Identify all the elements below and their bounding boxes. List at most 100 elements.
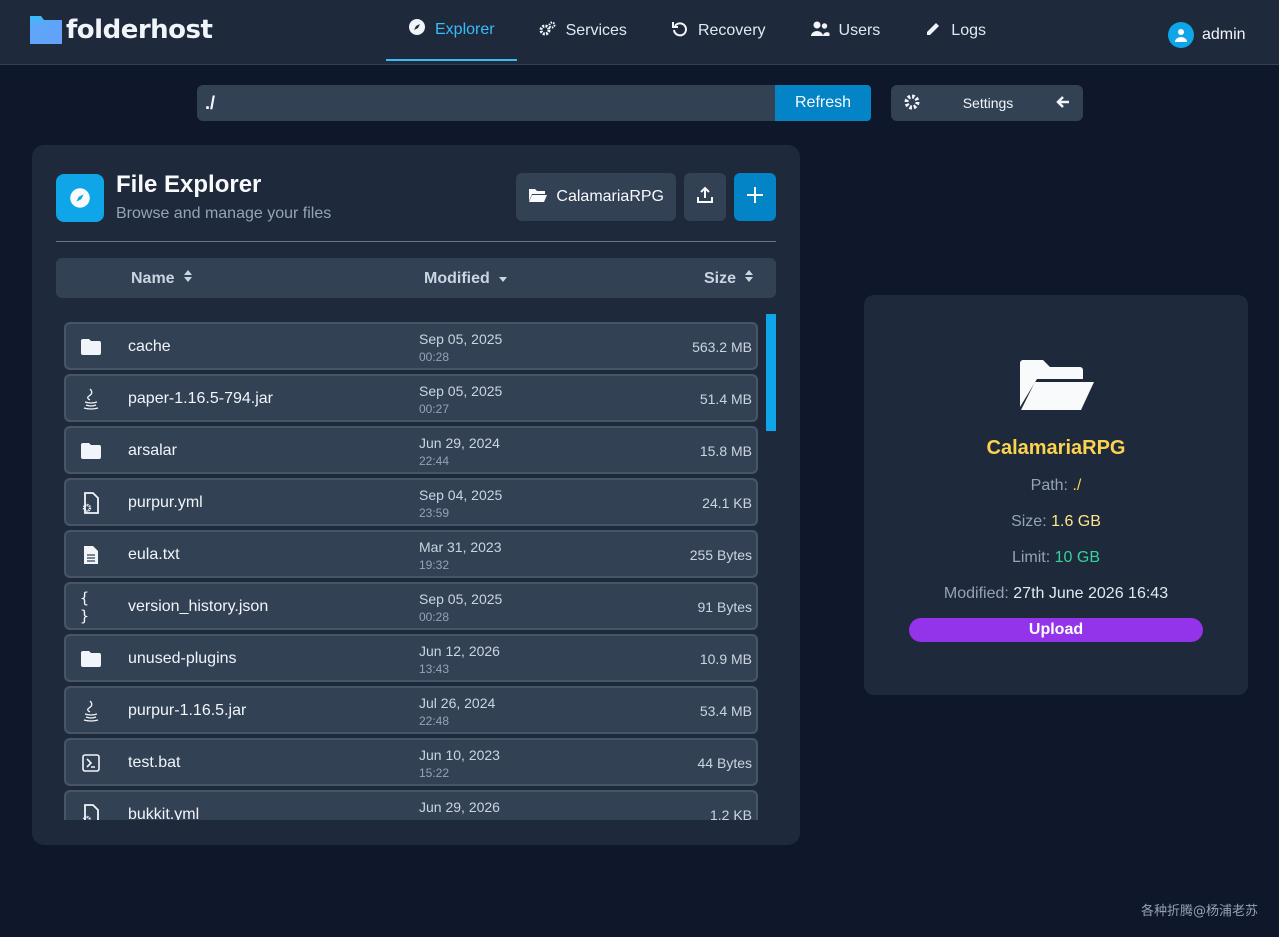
- nav-logs-label: Logs: [951, 22, 986, 39]
- java-icon: [80, 700, 102, 722]
- json-icon: { }: [80, 589, 90, 625]
- file-row[interactable]: test.bat Jun 10, 2023 15:22 44 Bytes: [64, 738, 758, 786]
- compass-icon: [56, 174, 104, 222]
- file-row[interactable]: { } version_history.json Sep 05, 2025 00:28…: [64, 582, 758, 630]
- file-time: 00:28: [419, 350, 450, 364]
- user-menu[interactable]: admin: [1168, 22, 1246, 48]
- folder-open-icon: [1019, 359, 1095, 416]
- plus-icon: [746, 186, 764, 209]
- explorer-actions: CalamariaRPG: [516, 173, 776, 221]
- file-row[interactable]: purpur.yml Sep 04, 2025 23:59 24.1 KB: [64, 478, 758, 526]
- nav-explorer-label: Explorer: [435, 20, 495, 38]
- java-icon: [80, 388, 102, 410]
- info-path: Path: ./: [864, 477, 1248, 495]
- folder-name: CalamariaRPG: [986, 437, 1126, 459]
- nav-recovery[interactable]: Recovery: [649, 0, 788, 62]
- column-size-label: Size: [704, 269, 737, 287]
- column-modified-label: Modified: [424, 269, 490, 287]
- refresh-button[interactable]: Refresh: [775, 85, 871, 121]
- upload-file-button[interactable]: [684, 173, 726, 221]
- file-date: Jun 29, 2024: [419, 435, 500, 451]
- info-limit: Limit: 10 GB: [864, 549, 1248, 567]
- limit-label: Limit:: [1011, 549, 1051, 566]
- nav-explorer[interactable]: Explorer: [386, 0, 517, 61]
- file-row[interactable]: paper-1.16.5-794.jar Sep 05, 2025 00:27 51.…: [64, 374, 758, 422]
- size-value: 1.6 GB: [1051, 513, 1101, 530]
- folder-open-icon: [528, 187, 548, 208]
- file-name: version_history.json: [128, 598, 269, 615]
- top-navbar: folderhost Explorer Services Recovery Us…: [0, 0, 1279, 65]
- sort-size-header[interactable]: Size: [704, 269, 754, 288]
- file-row[interactable]: purpur-1.16.5.jar Jul 26, 2024 22:48 53.4 M…: [64, 686, 758, 734]
- file-date: Mar 31, 2023: [419, 539, 502, 555]
- file-time: 19:32: [419, 558, 450, 572]
- current-folder-button[interactable]: CalamariaRPG: [516, 173, 676, 221]
- nav-users[interactable]: Users: [788, 0, 903, 62]
- file-name: eula.txt: [128, 546, 180, 563]
- file-date: Sep 05, 2025: [419, 383, 503, 399]
- file-row[interactable]: bukkit.yml Jun 29, 2026 1.2 KB: [64, 790, 758, 820]
- file-size: 44 Bytes: [697, 755, 752, 771]
- config-file-icon: [80, 492, 102, 514]
- file-time: 13:43: [419, 662, 450, 676]
- file-row[interactable]: cache Sep 05, 2025 00:28 563.2 MB: [64, 322, 758, 370]
- pencil-icon: [924, 20, 942, 43]
- arrow-left-icon[interactable]: [1055, 94, 1071, 113]
- file-date: Sep 05, 2025: [419, 331, 503, 347]
- sort-icon: [744, 269, 754, 288]
- file-name: arsalar: [128, 442, 177, 459]
- file-size: 51.4 MB: [699, 391, 752, 407]
- sort-name-header[interactable]: Name: [131, 269, 193, 288]
- footer-watermark: 各种折腾@杨浦老苏: [1140, 904, 1258, 919]
- file-size: 563.2 MB: [692, 339, 752, 355]
- nav-logs[interactable]: Logs: [902, 0, 1008, 62]
- path-label: Path:: [1030, 477, 1068, 494]
- file-size: 15.8 MB: [699, 443, 752, 459]
- settings-button[interactable]: Settings: [891, 85, 1083, 121]
- file-time: 15:22: [419, 766, 450, 780]
- nav-users-label: Users: [838, 22, 881, 39]
- compass-icon: [408, 18, 426, 41]
- upload-icon: [696, 186, 714, 209]
- sort-down-icon: [498, 269, 508, 288]
- path-bar: Refresh: [197, 85, 871, 121]
- info-size: Size: 1.6 GB: [864, 513, 1248, 531]
- file-date: Jun 12, 2026: [419, 643, 500, 659]
- gears-icon: [539, 20, 557, 43]
- upload-button[interactable]: Upload: [909, 618, 1203, 642]
- file-name: purpur.yml: [128, 494, 203, 511]
- new-item-button[interactable]: [734, 173, 776, 221]
- file-name: purpur-1.16.5.jar: [128, 702, 247, 719]
- main-nav: Explorer Services Recovery Users Logs: [386, 0, 1008, 62]
- file-name: cache: [128, 338, 171, 355]
- folder-icon: [80, 648, 102, 670]
- nav-recovery-label: Recovery: [697, 22, 766, 39]
- file-date: Jun 10, 2023: [419, 747, 500, 763]
- nav-services[interactable]: Services: [517, 0, 649, 62]
- file-row[interactable]: arsalar Jun 29, 2024 22:44 15.8 MB: [64, 426, 758, 474]
- sort-modified-header[interactable]: Modified: [424, 269, 508, 288]
- file-size: 24.1 KB: [702, 495, 752, 511]
- path-input[interactable]: [197, 85, 775, 121]
- user-avatar-icon: [1168, 22, 1194, 48]
- file-date: Sep 05, 2025: [419, 591, 503, 607]
- file-row[interactable]: eula.txt Mar 31, 2023 19:32 255 Bytes: [64, 530, 758, 578]
- file-list-scrollbar[interactable]: [766, 314, 776, 431]
- current-folder-label: CalamariaRPG: [556, 188, 664, 205]
- file-time: 22:48: [419, 714, 450, 728]
- file-row[interactable]: unused-plugins Jun 12, 2026 13:43 10.9 MB: [64, 634, 758, 682]
- explorer-header: File Explorer Browse and manage your fil…: [56, 173, 331, 223]
- folder-icon: [80, 336, 102, 358]
- file-list[interactable]: cache Sep 05, 2025 00:28 563.2 MB paper-1.16…: [64, 322, 758, 820]
- folder-icon: [80, 440, 102, 462]
- file-size: 255 Bytes: [689, 547, 752, 563]
- modified-label: Modified:: [943, 585, 1009, 602]
- logo[interactable]: folderhost: [29, 14, 213, 46]
- users-icon: [810, 20, 830, 43]
- file-size: 91 Bytes: [697, 599, 752, 615]
- sort-icon: [183, 269, 193, 288]
- config-file-icon: [80, 804, 102, 820]
- settings-label: Settings: [962, 95, 1014, 111]
- file-name: unused-plugins: [128, 650, 237, 667]
- rotate-left-icon: [671, 20, 689, 43]
